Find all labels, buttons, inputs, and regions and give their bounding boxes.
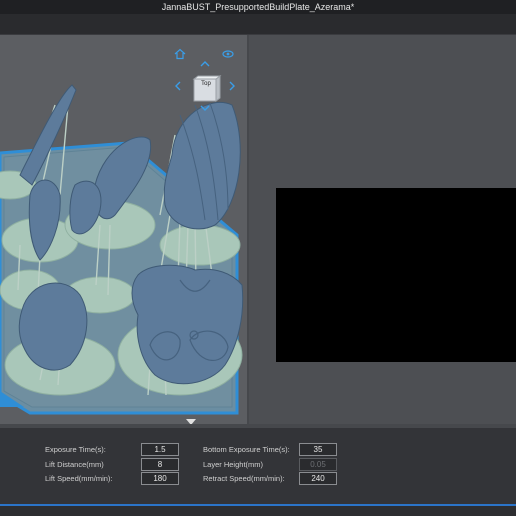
home-icon[interactable] <box>174 47 186 60</box>
model-hair-bun <box>163 101 241 230</box>
eye-icon[interactable] <box>222 47 234 59</box>
model-head <box>18 282 88 371</box>
accent-line <box>0 504 516 506</box>
collapse-panel-arrow-icon[interactable] <box>184 414 198 425</box>
retract-speed-field[interactable]: 240 <box>299 472 337 485</box>
layer-preview-image <box>276 188 516 362</box>
3d-viewport[interactable]: Top <box>0 35 247 424</box>
exposure-time-field[interactable]: 1.5 <box>141 443 179 456</box>
view-cube-top-label: Top <box>201 81 211 87</box>
window-title: JannaBUST_PresupportedBuildPlate_Azerama… <box>0 0 516 14</box>
bottom-toolbar <box>0 504 516 516</box>
lift-speed-field[interactable]: 180 <box>141 472 179 485</box>
lift-distance-label: Lift Distance(mm) <box>45 460 104 469</box>
lift-speed-label: Lift Speed(mm/min): <box>45 474 113 483</box>
bottom-exposure-time-label: Bottom Exposure Time(s): <box>203 445 290 454</box>
layer-height-label: Layer Height(mm) <box>203 460 264 469</box>
bottom-exposure-time-field[interactable]: 35 <box>299 443 337 456</box>
layer-preview-pane <box>249 35 516 424</box>
arrow-left-icon[interactable] <box>172 79 184 91</box>
layer-height-field: 0.05 <box>299 458 337 471</box>
lift-distance-field[interactable]: 8 <box>141 458 179 471</box>
retract-speed-label: Retract Speed(mm/min): <box>203 474 285 483</box>
view-cube[interactable]: Top <box>190 73 222 107</box>
arrow-up-icon[interactable] <box>199 57 211 69</box>
print-settings-panel: Exposure Time(s): 1.5 Lift Distance(mm) … <box>0 428 516 504</box>
toolbar-row <box>0 14 516 35</box>
exposure-time-label: Exposure Time(s): <box>45 445 106 454</box>
arrow-right-icon[interactable] <box>226 79 238 91</box>
